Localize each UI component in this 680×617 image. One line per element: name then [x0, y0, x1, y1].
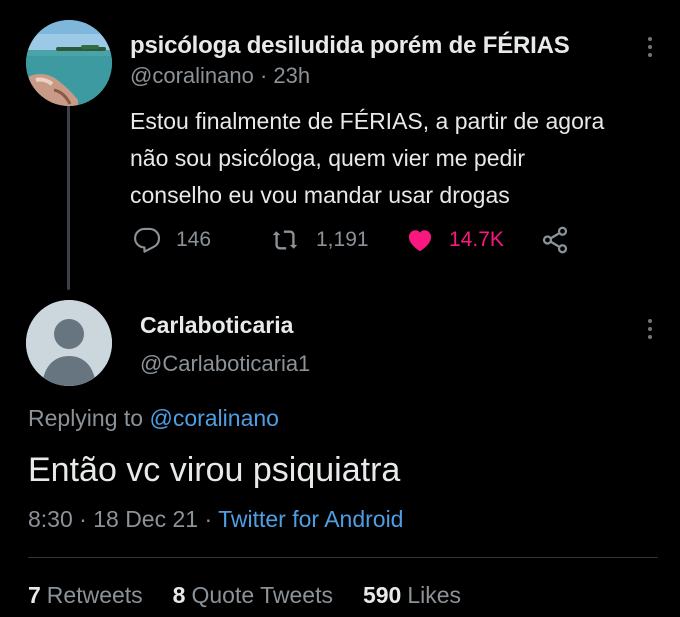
author-handle-and-time: @coralinano · 23h: [130, 63, 311, 88]
more-vertical-icon[interactable]: [640, 34, 660, 65]
replying-to: Replying to @coralinano: [28, 405, 279, 432]
reply-count: 146: [176, 228, 212, 251]
likes-count: 590: [362, 582, 402, 608]
divider: [28, 557, 658, 558]
author-handle[interactable]: @coralinano: [130, 63, 254, 88]
retweet-icon: [272, 230, 298, 250]
likes-label: Likes: [407, 582, 462, 608]
share-button[interactable]: [540, 222, 570, 258]
quote-tweets-stat[interactable]: 8 Quote Tweets: [173, 582, 333, 609]
share-icon: [542, 226, 568, 254]
tweet-text-line: conselho eu vou mandar usar drogas: [130, 182, 510, 208]
retweets-stat[interactable]: 7 Retweets: [28, 582, 143, 609]
quote-tweets-label: Quote Tweets: [191, 582, 333, 608]
author-display-name[interactable]: psicóloga desiludida porém de FÉRIAS: [130, 32, 570, 60]
avatar-beach-photo: [26, 20, 112, 106]
reply-time[interactable]: 8:30: [28, 506, 73, 532]
tweet-source-link[interactable]: Twitter for Android: [218, 506, 403, 532]
default-person-icon: [26, 300, 112, 386]
likes-stat[interactable]: 590 Likes: [363, 582, 461, 609]
engagement-stats: 7 Retweets 8 Quote Tweets 590 Likes: [28, 582, 461, 609]
like-count: 14.7K: [449, 228, 504, 251]
quote-tweets-count: 8: [172, 582, 186, 608]
tweet-text-line: Estou finalmente de FÉRIAS, a partir de …: [130, 108, 605, 134]
reply-date[interactable]: 18 Dec 21: [93, 506, 198, 532]
tweet-text: Estou finalmente de FÉRIAS, a partir de …: [130, 103, 665, 214]
default-avatar[interactable]: [26, 300, 112, 386]
more-vertical-icon[interactable]: [640, 316, 660, 347]
tweet-text-line: não sou psicóloga, quem vier me pedir: [130, 145, 526, 171]
retweets-count: 7: [28, 582, 41, 608]
retweets-label: Retweets: [46, 582, 143, 608]
avatar[interactable]: [26, 20, 112, 106]
reply-author-display-name[interactable]: Carlaboticaria: [140, 312, 293, 339]
reply-tweet-text: Então vc virou psiquiatra: [28, 451, 401, 489]
reply-button[interactable]: 146: [132, 222, 211, 258]
replying-to-mention[interactable]: @coralinano: [149, 405, 278, 431]
reply-author-handle[interactable]: @Carlaboticaria1: [140, 351, 310, 377]
tweet-time[interactable]: 23h: [273, 63, 310, 88]
comment-bubble-icon: [134, 227, 161, 253]
like-button[interactable]: 14.7K: [405, 222, 504, 258]
heart-filled-icon: [408, 230, 432, 252]
retweet-button[interactable]: 1,191: [268, 222, 369, 258]
tweet-metadata: 8:30 · 18 Dec 21 · Twitter for Android: [28, 506, 404, 532]
replying-to-label: Replying to: [28, 405, 144, 431]
retweet-count: 1,191: [316, 228, 369, 251]
thread-connector-line: [67, 100, 70, 290]
